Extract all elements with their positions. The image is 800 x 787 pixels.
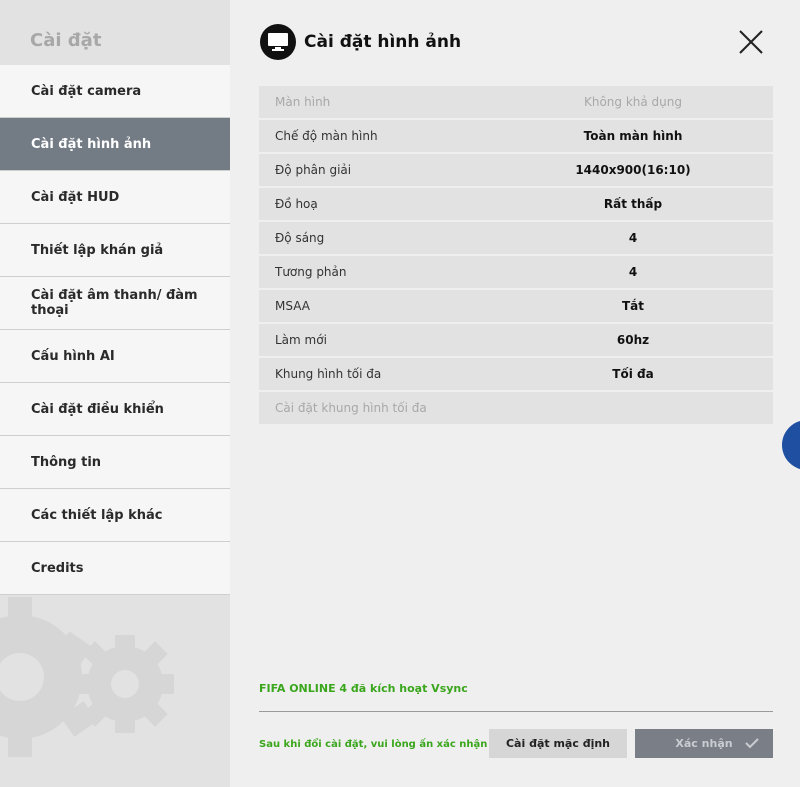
setting-row-max-fps-config: Cài đặt khung hình tối đa	[259, 392, 773, 424]
setting-row-max-fps[interactable]: Khung hình tối đa Tối đa	[259, 358, 773, 390]
setting-label: Làm mới	[275, 333, 327, 347]
setting-value: 4	[628, 265, 638, 279]
confirm-hint: Sau khi đổi cài đặt, vui lòng ấn xác nhậ…	[259, 739, 488, 750]
sidebar-item-label: Credits	[31, 560, 84, 576]
sidebar-item-label: Cài đặt camera	[31, 83, 142, 99]
sidebar: Cài đặt Cài đặt camera Cài đặt hình ảnh …	[0, 0, 230, 787]
default-settings-button[interactable]: Cài đặt mặc định	[489, 729, 627, 758]
setting-label: Khung hình tối đa	[275, 367, 382, 381]
setting-row-brightness[interactable]: Độ sáng 4	[259, 222, 773, 254]
sidebar-item-controls[interactable]: Cài đặt điều khiển	[0, 383, 230, 436]
sidebar-item-other[interactable]: Các thiết lập khác	[0, 489, 230, 542]
setting-row-graphics-quality[interactable]: Đồ hoạ Rất thấp	[259, 188, 773, 220]
sidebar-item-camera[interactable]: Cài đặt camera	[0, 65, 230, 118]
setting-value: Tối đa	[612, 367, 654, 381]
setting-value: Rất thấp	[603, 197, 663, 211]
settings-panel: Cài đặt hình ảnh Màn hình Không khả dụng…	[230, 0, 800, 787]
sidebar-item-label: Cài đặt điều khiển	[31, 401, 164, 417]
sidebar-item-hud[interactable]: Cài đặt HUD	[0, 171, 230, 224]
setting-value: 1440x900(16:10)	[575, 163, 691, 177]
close-icon[interactable]	[737, 28, 765, 56]
setting-row-contrast[interactable]: Tương phản 4	[259, 256, 773, 288]
settings-table: Màn hình Không khả dụng Chế độ màn hình …	[259, 86, 773, 426]
monitor-icon	[260, 24, 296, 60]
setting-label: Đồ hoạ	[275, 197, 318, 211]
check-icon	[745, 738, 759, 749]
sidebar-item-label: Cài đặt âm thanh/ đàm thoại	[31, 288, 198, 318]
setting-row-display: Màn hình Không khả dụng	[259, 86, 773, 118]
setting-value: 60hz	[616, 333, 650, 347]
sidebar-item-audio[interactable]: Cài đặt âm thanh/ đàm thoại	[0, 277, 230, 330]
sidebar-item-label: Cấu hình AI	[31, 348, 115, 364]
setting-label: Màn hình	[275, 95, 331, 109]
setting-label: Cài đặt khung hình tối đa	[275, 401, 427, 415]
sidebar-item-info[interactable]: Thông tin	[0, 436, 230, 489]
sidebar-title: Cài đặt	[30, 30, 102, 51]
setting-value: Không khả dụng	[583, 95, 683, 109]
setting-value: Tắt	[621, 299, 645, 313]
setting-row-screen-mode[interactable]: Chế độ màn hình Toàn màn hình	[259, 120, 773, 152]
divider	[259, 711, 773, 712]
setting-row-refresh-rate[interactable]: Làm mới 60hz	[259, 324, 773, 356]
setting-row-resolution[interactable]: Độ phân giải 1440x900(16:10)	[259, 154, 773, 186]
setting-label: Độ phân giải	[275, 163, 352, 177]
confirm-button[interactable]: Xác nhận	[635, 729, 773, 758]
sidebar-item-crowd[interactable]: Thiết lập khán giả	[0, 224, 230, 277]
panel-header: Cài đặt hình ảnh	[260, 24, 461, 60]
sidebar-item-ai[interactable]: Cấu hình AI	[0, 330, 230, 383]
sidebar-item-label: Cài đặt hình ảnh	[31, 136, 152, 152]
setting-label: Chế độ màn hình	[275, 129, 378, 143]
sidebar-item-graphics[interactable]: Cài đặt hình ảnh	[0, 118, 230, 171]
setting-label: MSAA	[275, 299, 310, 313]
setting-row-msaa[interactable]: MSAA Tắt	[259, 290, 773, 322]
sidebar-item-label: Thông tin	[31, 454, 102, 470]
vsync-note: FIFA ONLINE 4 đã kích hoạt Vsync	[259, 682, 468, 695]
setting-value: 4	[628, 231, 638, 245]
sidebar-item-label: Cài đặt HUD	[31, 189, 120, 205]
sidebar-item-label: Thiết lập khán giả	[31, 242, 164, 258]
confirm-button-label: Xác nhận	[675, 737, 733, 750]
gear-decoration-icon	[0, 597, 174, 757]
sidebar-list: Cài đặt camera Cài đặt hình ảnh Cài đặt …	[0, 65, 230, 595]
sidebar-item-credits[interactable]: Credits	[0, 542, 230, 595]
page-title: Cài đặt hình ảnh	[304, 32, 462, 52]
sidebar-item-label: Các thiết lập khác	[31, 507, 163, 523]
setting-label: Độ sáng	[275, 231, 325, 245]
setting-label: Tương phản	[275, 265, 347, 279]
setting-value: Toàn màn hình	[583, 129, 683, 143]
